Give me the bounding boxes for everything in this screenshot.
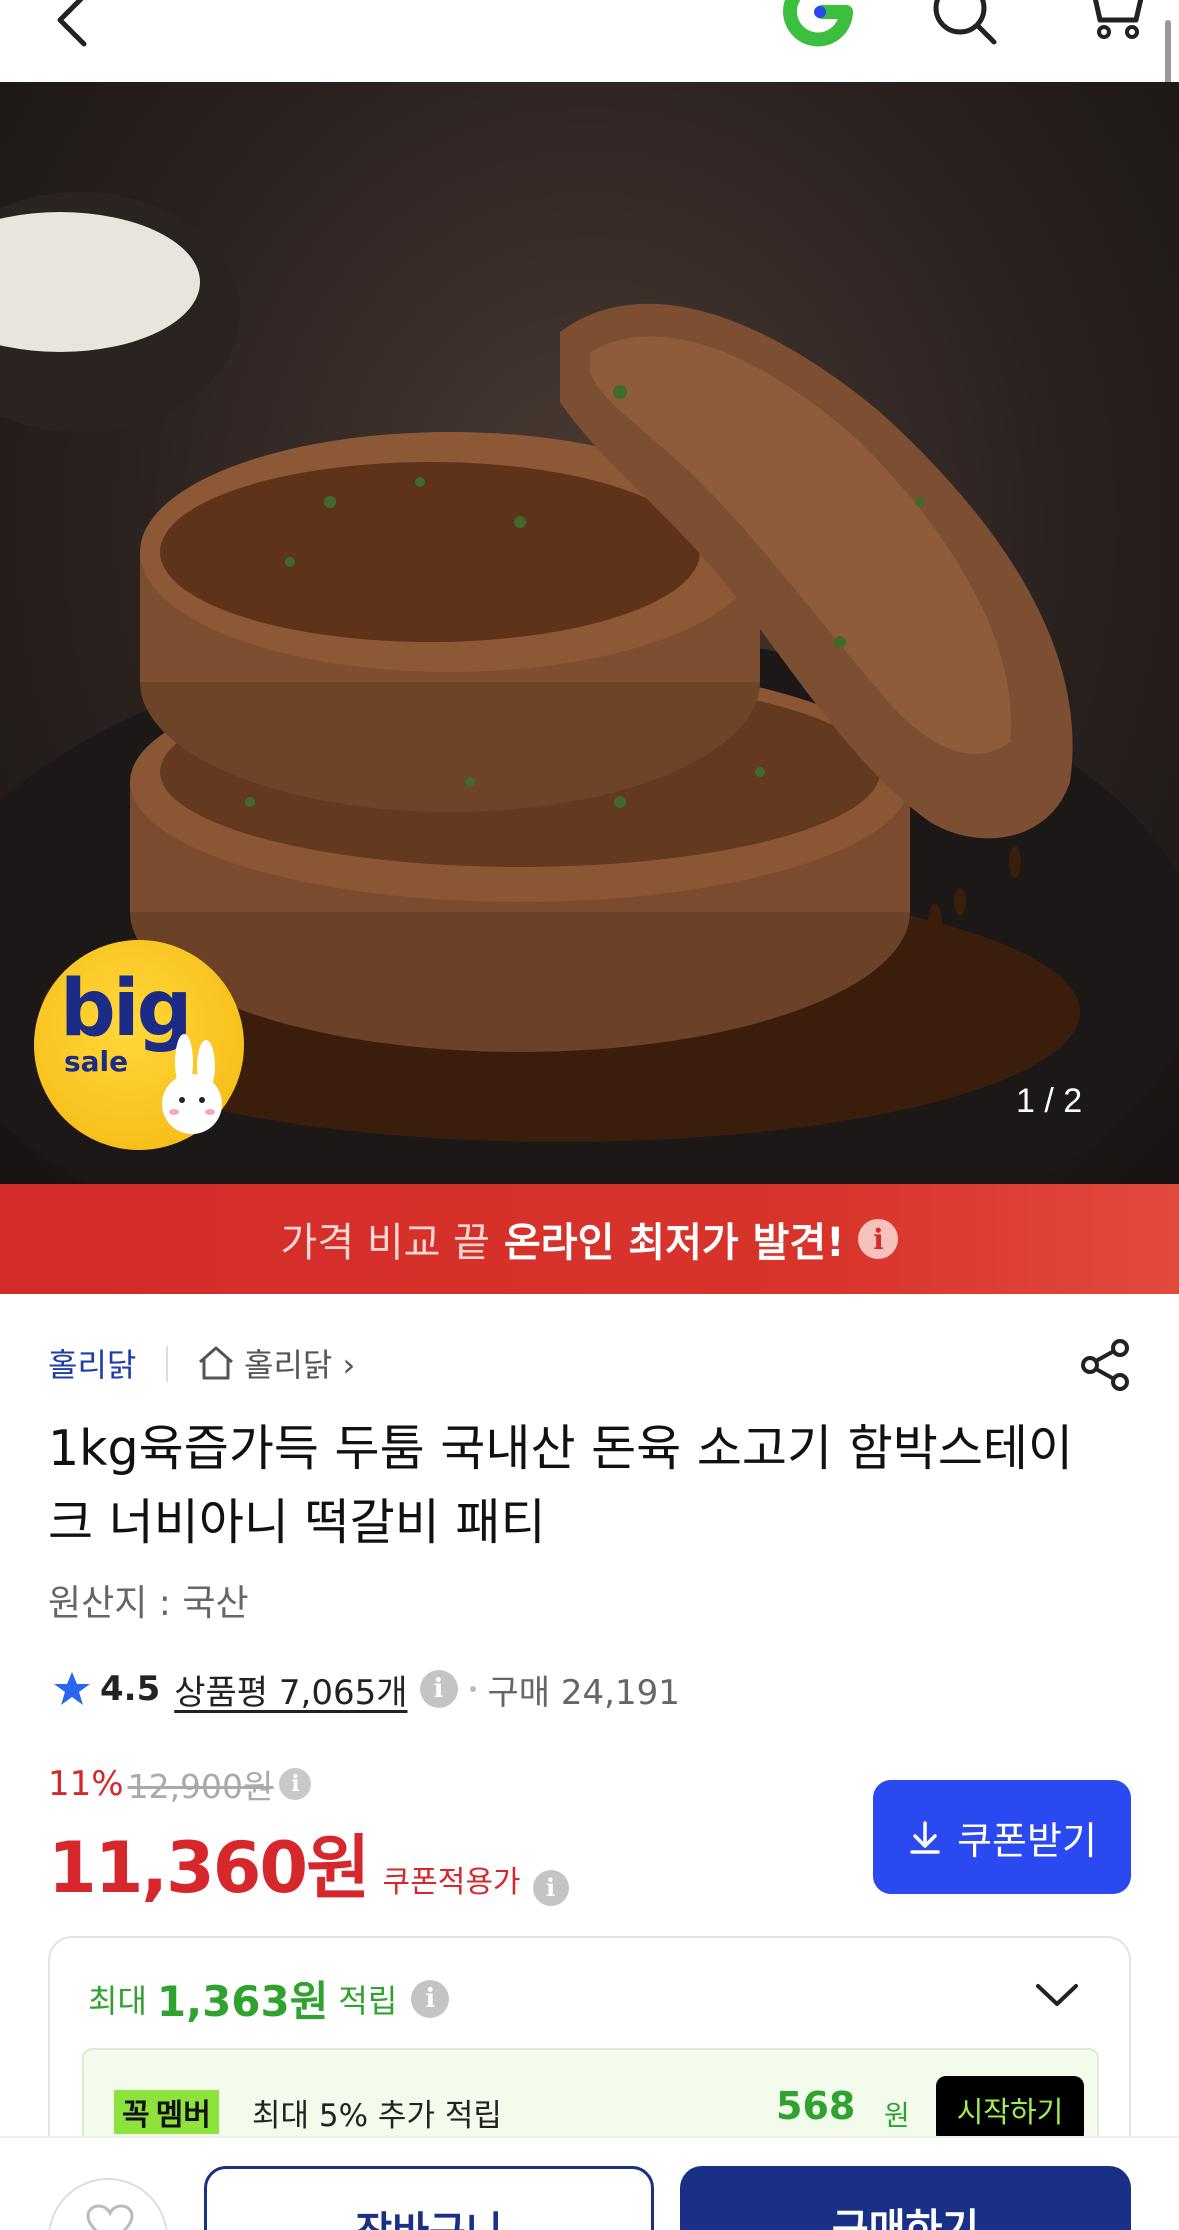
origin-info: 원산지 : 국산 — [48, 1583, 249, 1624]
add-to-cart-button[interactable]: 장바구니 — [204, 2166, 654, 2230]
wishlist-button[interactable] — [48, 2178, 168, 2230]
lowest-price-banner[interactable]: 가격 비교 끝 온라인 최저가 발견! i — [0, 1184, 1179, 1294]
purchase-count: 구매 24,191 — [487, 1672, 680, 1713]
heart-icon — [86, 2204, 134, 2230]
image-counter: 1 / 2 — [1016, 1082, 1083, 1120]
store-name-label: 홀리닭 — [244, 1346, 333, 1384]
product-title: 1kg육즙가득 두툼 국내산 돈육 소고기 함박스테이크 너비아니 떡갈비 패티 — [48, 1420, 1074, 1551]
search-icon[interactable] — [928, 0, 1000, 48]
separator-dot — [469, 1686, 476, 1692]
product-image-carousel[interactable]: big sale 1 / 2 — [0, 82, 1179, 1184]
info-icon[interactable]: i — [532, 1869, 569, 1906]
points-suffix: 적립 — [338, 1981, 398, 2020]
chevron-left-icon[interactable] — [44, 0, 104, 50]
chevron-down-icon[interactable] — [1034, 1980, 1080, 2010]
home-icon — [199, 1346, 233, 1380]
discount-row: 11% 12,900원 i — [48, 1760, 312, 1808]
points-amount: 1,363원 — [156, 1977, 329, 2026]
download-icon — [910, 1821, 940, 1854]
big-sale-badge: big sale — [34, 940, 244, 1150]
download-coupon-button[interactable]: 쿠폰받기 — [873, 1780, 1131, 1894]
original-price-value: 12,900 — [127, 1767, 244, 1806]
coupon-price-label: 쿠폰적용가 — [382, 1865, 521, 1900]
price-row: 11,360원 쿠폰적용가 i — [48, 1812, 569, 1913]
share-icon[interactable] — [1078, 1338, 1132, 1392]
rabbit-icon — [162, 1034, 222, 1134]
divider — [166, 1346, 168, 1382]
rating-row: 4.5 상품평 7,065개 i 구매 24,191 — [52, 1664, 680, 1714]
rating-value: 4.5 — [100, 1669, 161, 1709]
info-icon[interactable]: i — [419, 1670, 458, 1708]
member-points-amount: 568 — [776, 2084, 856, 2128]
cart-icon[interactable] — [1076, 0, 1148, 46]
points-prefix: 최대 — [88, 1981, 147, 2020]
info-icon[interactable]: i — [279, 1768, 312, 1800]
chevron-right-icon: › — [332, 1346, 356, 1384]
member-badge-a: 꼭 — [122, 2098, 150, 2133]
banner-bold-text: 온라인 최저가 발견! — [503, 1220, 845, 1266]
member-points-unit: 원 — [884, 2099, 910, 2132]
start-membership-button[interactable]: 시작하기 — [936, 2076, 1084, 2144]
original-price: 12,900원 — [128, 1760, 274, 1808]
final-price: 11,360원 — [48, 1827, 371, 1909]
brand-link[interactable]: 홀리닭 — [48, 1340, 136, 1386]
bottom-action-bar: 장바구니 구매하기 — [0, 2136, 1179, 2230]
g-logo-icon[interactable] — [778, 0, 858, 52]
coupon-button-label: 쿠폰받기 — [957, 1818, 1097, 1863]
buy-now-button[interactable]: 구매하기 — [680, 2166, 1131, 2230]
store-link[interactable]: 홀리닭 › — [244, 1340, 355, 1386]
banner-light-text: 가격 비교 끝 — [280, 1220, 490, 1266]
member-promo-text: 최대 5% 추가 적립 — [252, 2098, 502, 2134]
points-summary[interactable]: 최대 1,363원 적립 i — [88, 1968, 450, 2029]
top-navigation-bar — [0, 0, 1179, 82]
review-count-link[interactable]: 상품평 7,065개 — [174, 1665, 407, 1714]
member-badge-b: 멤버 — [155, 2098, 211, 2133]
badge-sale-text: sale — [64, 1045, 129, 1078]
discount-percent: 11% — [48, 1764, 124, 1804]
info-icon[interactable]: i — [858, 1219, 899, 1259]
star-icon — [54, 1672, 90, 1705]
original-price-unit: 원 — [243, 1767, 274, 1806]
member-badge: 꼭 멤버 — [114, 2090, 219, 2134]
info-icon[interactable]: i — [411, 1979, 450, 2018]
